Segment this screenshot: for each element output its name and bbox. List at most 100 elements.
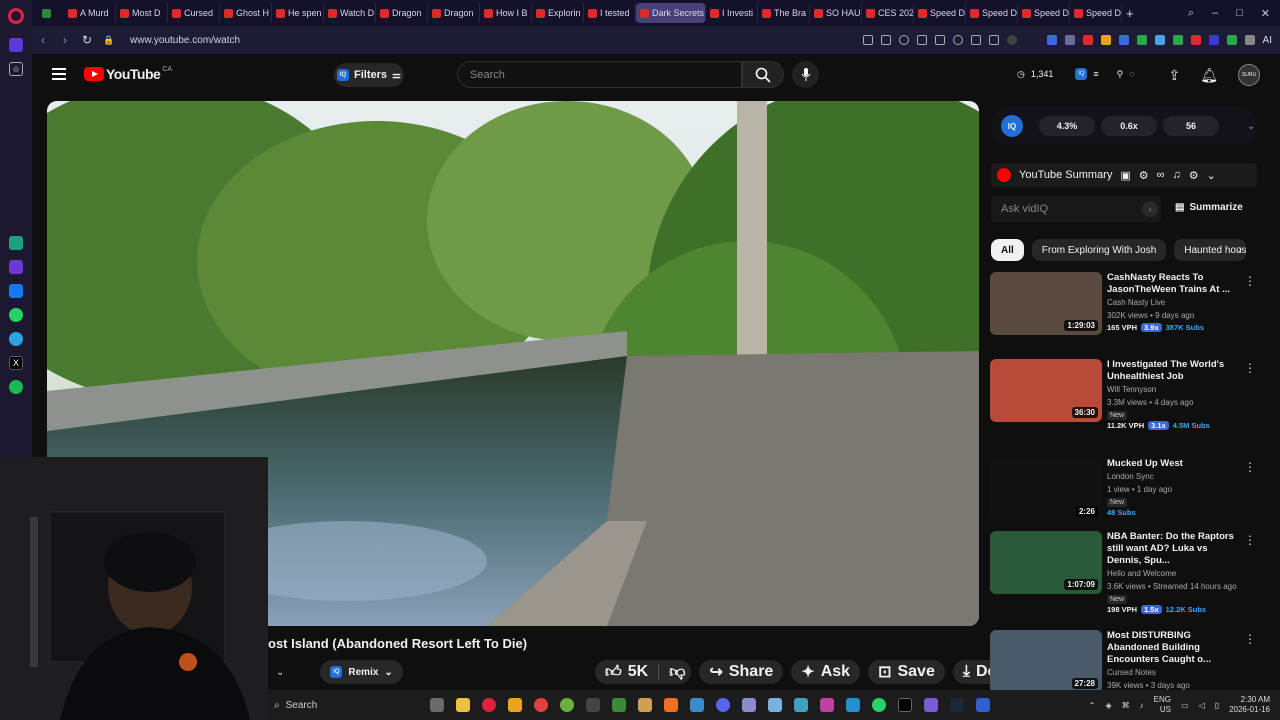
- recommendation-title[interactable]: NBA Banter: Do the Raptors still want AD…: [1107, 531, 1243, 567]
- summary-video-icon[interactable]: ▣: [1120, 169, 1130, 182]
- taskbar-search[interactable]: ⌕ Search: [274, 700, 414, 711]
- chrome-icon[interactable]: [534, 698, 548, 712]
- recommendation-title[interactable]: Most DISTURBING Abandoned Building Encou…: [1107, 630, 1243, 666]
- recommendation-channel[interactable]: Will Tennyson: [1107, 383, 1243, 396]
- ask-send-icon[interactable]: ›: [1142, 201, 1158, 217]
- browser-tab[interactable]: Ghost H: [220, 3, 272, 23]
- app-blue-3-icon[interactable]: [976, 698, 990, 712]
- avatar[interactable]: SURU: [1238, 64, 1260, 86]
- summary-expand-icon[interactable]: ⌄: [1207, 169, 1216, 182]
- vpn-icon[interactable]: [916, 34, 927, 45]
- thumbs-down-icon[interactable]: 👎︎: [669, 663, 685, 682]
- telegram-icon[interactable]: [9, 332, 23, 346]
- more-options-icon[interactable]: ⋮: [1244, 632, 1256, 646]
- ask-vidiq-input[interactable]: Ask vidIQ: [991, 196, 1161, 222]
- browser-tab[interactable]: Speed D: [914, 3, 966, 23]
- recommendation-item[interactable]: 2:26 Mucked Up West London Sync 1 view • 1 …: [990, 458, 1260, 528]
- forward-icon[interactable]: ›: [54, 33, 76, 47]
- app-purple-icon[interactable]: [742, 698, 756, 712]
- heart-icon[interactable]: [952, 34, 963, 45]
- recommendation-channel[interactable]: Hello and Welcome: [1107, 567, 1243, 580]
- tray-app-icon[interactable]: ◈: [1105, 701, 1111, 710]
- browser-tab[interactable]: Most D: [116, 3, 168, 23]
- recommendation-title[interactable]: I Investigated The World's Unhealthiest …: [1107, 359, 1243, 383]
- ext-3-icon[interactable]: [1082, 34, 1093, 45]
- youtube-logo[interactable]: YouTube CA: [84, 66, 172, 82]
- browser-tab[interactable]: Watch D: [324, 3, 376, 23]
- browser-tab[interactable]: Explorin: [532, 3, 584, 23]
- app-violet-icon[interactable]: [924, 698, 938, 712]
- app-pink-icon[interactable]: [820, 698, 834, 712]
- url-field[interactable]: www.youtube.com/watch: [130, 35, 240, 46]
- recommendation-thumbnail[interactable]: 2:26: [990, 458, 1102, 521]
- reload-icon[interactable]: ↻: [76, 33, 98, 47]
- extension-icon[interactable]: ⚲: [1117, 69, 1124, 80]
- ext-1-icon[interactable]: [1046, 34, 1057, 45]
- messenger-icon[interactable]: [9, 284, 23, 298]
- ext-9-icon[interactable]: [1208, 34, 1219, 45]
- vlc-icon[interactable]: [664, 698, 678, 712]
- chip-haunted-house[interactable]: Haunted house: [1174, 239, 1247, 261]
- camera-icon[interactable]: [880, 34, 891, 45]
- summary-settings-icon[interactable]: ⚙: [1189, 169, 1199, 182]
- minimize-icon[interactable]: –: [1212, 7, 1218, 20]
- browser-tab[interactable]: Speed D: [1018, 3, 1070, 23]
- discord-icon[interactable]: [716, 698, 730, 712]
- summary-openai-icon[interactable]: ⚙: [1139, 169, 1149, 182]
- chat-icon[interactable]: ◌: [1129, 69, 1134, 79]
- recommendation-channel[interactable]: Cash Nasty Live: [1107, 296, 1243, 309]
- tray-chevron-icon[interactable]: ⌃: [1089, 701, 1096, 710]
- download-icon[interactable]: [970, 34, 981, 45]
- app-dark-icon[interactable]: [586, 698, 600, 712]
- ext-10-icon[interactable]: [1226, 34, 1237, 45]
- spotify-icon[interactable]: [9, 380, 23, 394]
- menu-icon[interactable]: [988, 34, 999, 45]
- whatsapp-icon[interactable]: [9, 308, 23, 322]
- recommendation-title[interactable]: CashNasty Reacts To JasonTheWeen Trains …: [1107, 272, 1243, 296]
- task-view-icon[interactable]: [430, 698, 444, 712]
- recommendation-item[interactable]: 1:29:03 CashNasty Reacts To JasonTheWeen …: [990, 272, 1260, 342]
- extensions-icon[interactable]: [1244, 34, 1255, 45]
- back-icon[interactable]: ‹: [32, 33, 54, 47]
- app-light-blue-icon[interactable]: [768, 698, 782, 712]
- tray-battery-icon[interactable]: ▯: [1215, 701, 1219, 710]
- browser-tab[interactable]: CES 202: [862, 3, 914, 23]
- browser-tab[interactable]: Dragon: [428, 3, 480, 23]
- language-indicator[interactable]: ENG US: [1154, 695, 1171, 715]
- app-blue-2-icon[interactable]: [846, 698, 860, 712]
- browser-tab[interactable]: Dark Secrets H: [636, 3, 706, 23]
- recommendation-channel[interactable]: Cursed Notes: [1107, 666, 1243, 679]
- hamburger-menu-icon[interactable]: [52, 68, 66, 80]
- aria-icon[interactable]: [9, 260, 23, 274]
- browser-tab[interactable]: He spen: [272, 3, 324, 23]
- browser-tab[interactable]: The Bra: [758, 3, 810, 23]
- recommendation-title[interactable]: Mucked Up West: [1107, 458, 1243, 470]
- app-teal-icon[interactable]: [794, 698, 808, 712]
- ext-6-icon[interactable]: [1154, 34, 1165, 45]
- vidiq-badge[interactable]: IQ: [1001, 115, 1023, 137]
- close-icon[interactable]: ✕: [1261, 7, 1270, 20]
- search-button[interactable]: [742, 61, 784, 88]
- tray-network-icon[interactable]: ▭: [1181, 701, 1189, 710]
- browser-tab[interactable]: SO HAU: [810, 3, 862, 23]
- tab-workspace-icon[interactable]: [38, 3, 64, 23]
- browser-tab[interactable]: Cursed: [168, 3, 220, 23]
- bookmarks-icon[interactable]: ☆: [9, 62, 23, 76]
- summary-audio-icon[interactable]: ♫: [1172, 169, 1180, 181]
- more-options-icon[interactable]: ⋮: [1244, 533, 1256, 547]
- browser-tab[interactable]: I tested: [584, 3, 636, 23]
- tray-speaker-icon[interactable]: ◁: [1199, 701, 1205, 710]
- ext-4-icon[interactable]: [1118, 34, 1129, 45]
- browser-tab[interactable]: Speed D: [1070, 3, 1122, 23]
- browser-tab[interactable]: Dragon: [376, 3, 428, 23]
- browser-tab[interactable]: I Investi: [706, 3, 758, 23]
- new-tab-button[interactable]: +: [1122, 3, 1138, 23]
- edit-icon[interactable]: [862, 34, 873, 45]
- clock[interactable]: 2:30 AM 2026-01-16: [1229, 695, 1270, 715]
- chip-all[interactable]: All: [991, 239, 1024, 261]
- profile-icon[interactable]: [1006, 34, 1017, 45]
- search-tabs-icon[interactable]: ⌕: [1188, 7, 1194, 20]
- opera-taskbar-icon[interactable]: [482, 698, 496, 712]
- more-options-icon[interactable]: ⋮: [1244, 274, 1256, 288]
- app-tan-icon[interactable]: [638, 698, 652, 712]
